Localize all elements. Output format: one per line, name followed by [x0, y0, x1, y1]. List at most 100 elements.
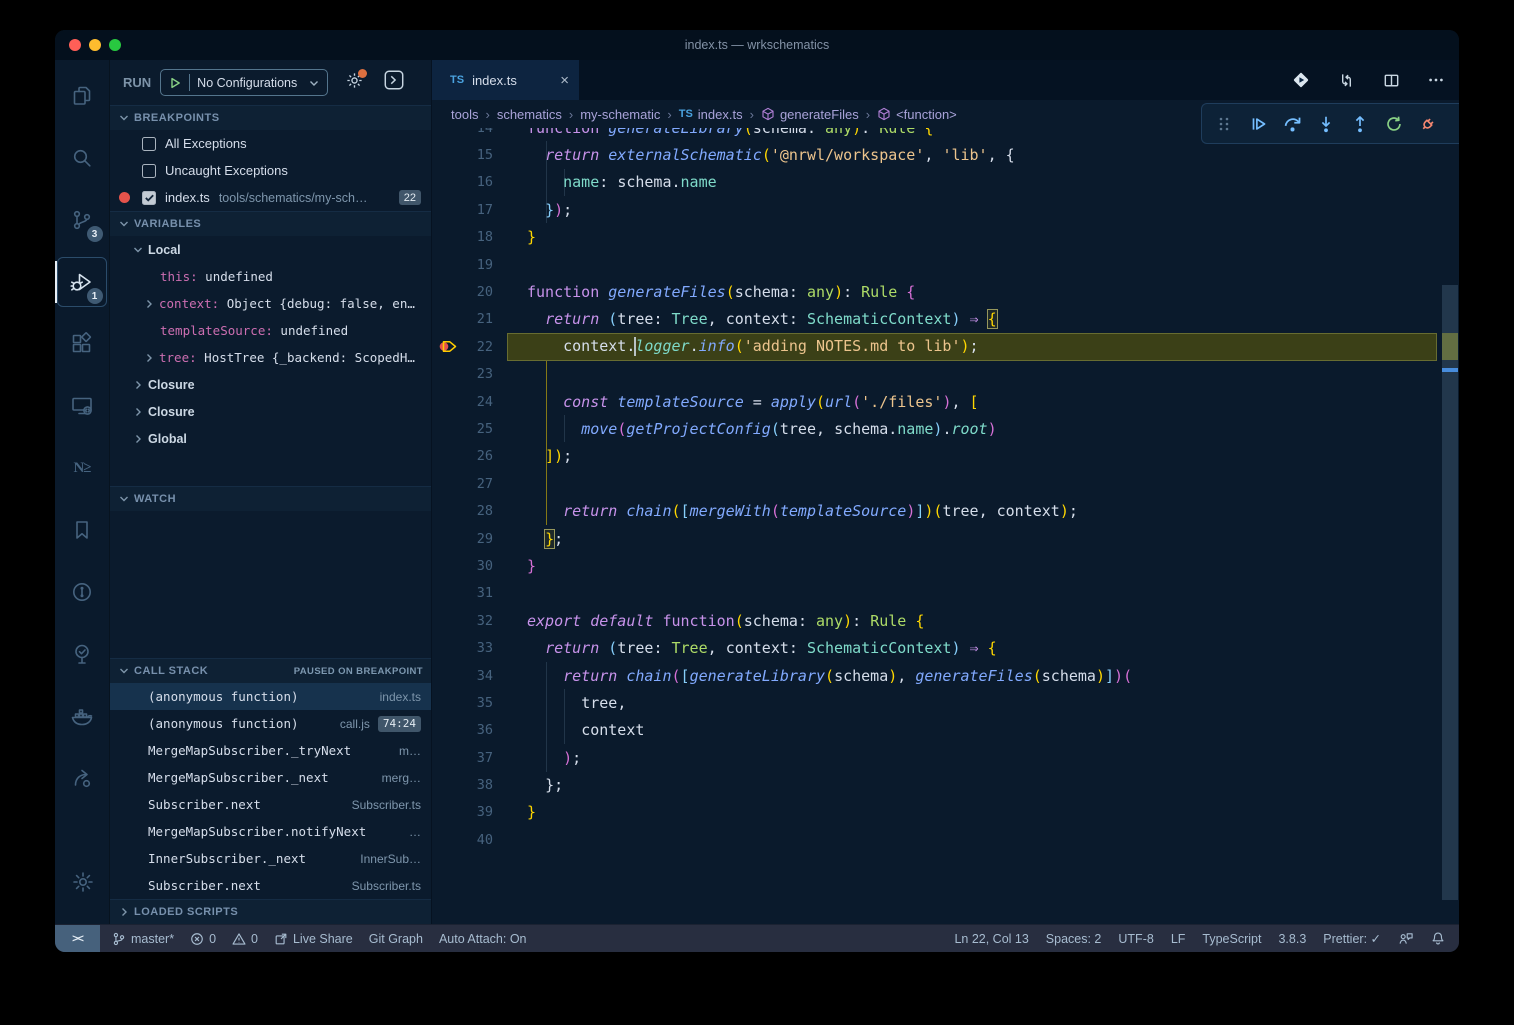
chevron-right-icon[interactable] — [143, 298, 155, 310]
code-line[interactable]: 24 const templateSource = apply(url('./f… — [432, 388, 1459, 415]
code-line[interactable]: 31 — [432, 580, 1459, 607]
code-line[interactable]: 16 name: schema.name — [432, 169, 1459, 196]
activity-item-run-and-debug[interactable]: 1 — [55, 251, 110, 313]
more-actions-icon[interactable] — [1427, 71, 1445, 89]
tab-index-ts[interactable]: TS index.ts × — [432, 60, 579, 100]
code-line[interactable]: 30} — [432, 552, 1459, 579]
call-stack-frame[interactable]: Subscriber.nextSubscriber.ts — [110, 872, 431, 899]
status-encoding[interactable]: UTF-8 — [1118, 932, 1153, 946]
activity-item-explorer[interactable] — [55, 65, 110, 127]
code-line[interactable]: 20function generateFiles(schema: any): R… — [432, 278, 1459, 305]
code-line[interactable]: 27 — [432, 470, 1459, 497]
remote-indicator[interactable]: >< — [55, 925, 100, 953]
breakpoint-checkbox[interactable] — [142, 191, 156, 205]
watch-section-header[interactable]: WATCH — [110, 486, 431, 511]
status-live-share[interactable]: Live Share — [274, 932, 353, 946]
launch-configuration-dropdown[interactable]: No Configurations — [160, 69, 328, 96]
call-stack-section-header[interactable]: CALL STACK PAUSED ON BREAKPOINT — [110, 658, 431, 683]
breakpoint-checkbox[interactable] — [142, 137, 156, 151]
breadcrumb-item[interactable]: schematics — [497, 107, 562, 122]
code-line[interactable]: 21 return (tree: Tree, context: Schemati… — [432, 306, 1459, 333]
split-editor-icon[interactable] — [1382, 71, 1401, 90]
status-prettier[interactable]: Prettier: ✓ — [1323, 931, 1381, 946]
activity-item-nx-console[interactable]: N≥ — [55, 437, 110, 499]
status-language-mode[interactable]: TypeScript — [1202, 932, 1261, 946]
activity-item-remote-explorer[interactable] — [55, 375, 110, 437]
status-warnings[interactable]: 0 — [232, 932, 258, 946]
variable-row[interactable]: tree: HostTree {_backend: ScopedH… — [110, 344, 431, 371]
code-line[interactable]: 28 return chain([mergeWith(templateSourc… — [432, 497, 1459, 524]
chevron-right-icon[interactable] — [132, 406, 144, 418]
chevron-right-icon[interactable] — [143, 352, 155, 364]
breadcrumb-item[interactable]: <function> — [877, 107, 957, 122]
step-over-icon[interactable] — [1278, 110, 1306, 138]
call-stack-frame[interactable]: MergeMapSubscriber._nextmerg… — [110, 764, 431, 791]
variables-section-header[interactable]: VARIABLES — [110, 211, 431, 236]
code-area[interactable]: 14function generateLibrary(schema: any):… — [432, 128, 1459, 924]
minimize-window-icon[interactable] — [89, 39, 101, 51]
status-auto-attach[interactable]: Auto Attach: On — [439, 932, 527, 946]
call-stack-frame[interactable]: MergeMapSubscriber.notifyNext… — [110, 818, 431, 845]
activity-item-search[interactable] — [55, 127, 110, 189]
chevron-right-icon[interactable] — [132, 379, 144, 391]
breakpoints-section-header[interactable]: BREAKPOINTS — [110, 105, 431, 130]
variable-row[interactable]: context: Object {debug: false, en… — [110, 290, 431, 317]
breakpoint-row[interactable]: Uncaught Exceptions — [110, 157, 431, 184]
paused-breakpoint-icon[interactable] — [438, 338, 458, 359]
code-line[interactable]: 40 — [432, 826, 1459, 853]
code-line[interactable]: 36 context — [432, 717, 1459, 744]
status-git-graph[interactable]: Git Graph — [369, 932, 423, 946]
settings-gear-icon[interactable] — [55, 858, 110, 906]
continue-icon[interactable] — [1244, 110, 1272, 138]
activity-item-gitlens[interactable] — [55, 561, 110, 623]
close-window-icon[interactable] — [69, 39, 81, 51]
code-line[interactable]: 23 — [432, 361, 1459, 388]
call-stack-frame[interactable]: (anonymous function)index.ts — [110, 683, 431, 710]
code-line[interactable]: 37 ); — [432, 744, 1459, 771]
activity-item-live-share[interactable] — [55, 747, 110, 809]
open-changes-icon[interactable] — [1291, 70, 1311, 90]
status-notifications[interactable] — [1431, 931, 1445, 946]
status-indentation[interactable]: Spaces: 2 — [1046, 932, 1102, 946]
call-stack-frame[interactable]: (anonymous function)call.js74:24 — [110, 710, 431, 737]
step-out-icon[interactable] — [1346, 110, 1374, 138]
call-stack-frame[interactable]: Subscriber.nextSubscriber.ts — [110, 791, 431, 818]
code-line[interactable]: 32export default function(schema: any): … — [432, 607, 1459, 634]
code-line[interactable]: 38 }; — [432, 771, 1459, 798]
debug-console-icon[interactable] — [383, 69, 405, 96]
breakpoint-checkbox[interactable] — [142, 164, 156, 178]
status-eol[interactable]: LF — [1171, 932, 1186, 946]
activity-item-source-control[interactable]: 3 — [55, 189, 110, 251]
code-line[interactable]: 34 return chain([generateLibrary(schema)… — [432, 662, 1459, 689]
variable-row[interactable]: Local — [110, 236, 431, 263]
variable-row[interactable]: Global — [110, 425, 431, 452]
chevron-down-icon[interactable] — [132, 244, 144, 256]
step-into-icon[interactable] — [1312, 110, 1340, 138]
maximize-window-icon[interactable] — [109, 39, 121, 51]
code-line[interactable]: 26 ]); — [432, 443, 1459, 470]
activity-item-bookmarks[interactable] — [55, 499, 110, 561]
code-line[interactable]: 22 context.logger.info('adding NOTES.md … — [432, 333, 1459, 360]
status-errors[interactable]: 0 — [190, 932, 216, 946]
scrollbar[interactable] — [1442, 128, 1458, 924]
close-tab-icon[interactable]: × — [560, 72, 569, 89]
compare-changes-icon[interactable] — [1337, 71, 1356, 90]
code-line[interactable]: 39} — [432, 799, 1459, 826]
scrollbar-thumb[interactable] — [1442, 285, 1458, 900]
activity-item-extensions[interactable] — [55, 313, 110, 375]
configure-gear-icon[interactable] — [345, 71, 364, 95]
chevron-right-icon[interactable] — [132, 433, 144, 445]
status-git-branch[interactable]: master* — [112, 932, 174, 946]
breadcrumb-item[interactable]: my-schematic — [580, 107, 660, 122]
code-line[interactable]: 35 tree, — [432, 689, 1459, 716]
variable-row[interactable]: Closure — [110, 371, 431, 398]
variable-row[interactable]: templateSource: undefined — [110, 317, 431, 344]
breakpoint-row[interactable]: index.tstools/schematics/my-sch…22 — [110, 184, 431, 211]
breakpoint-row[interactable]: All Exceptions — [110, 130, 431, 157]
code-line[interactable]: 29 }; — [432, 525, 1459, 552]
variable-row[interactable]: Closure — [110, 398, 431, 425]
restart-icon[interactable] — [1380, 110, 1408, 138]
code-line[interactable]: 17 }); — [432, 196, 1459, 223]
code-line[interactable]: 18} — [432, 224, 1459, 251]
breadcrumb-item[interactable]: TSindex.ts — [679, 107, 743, 122]
